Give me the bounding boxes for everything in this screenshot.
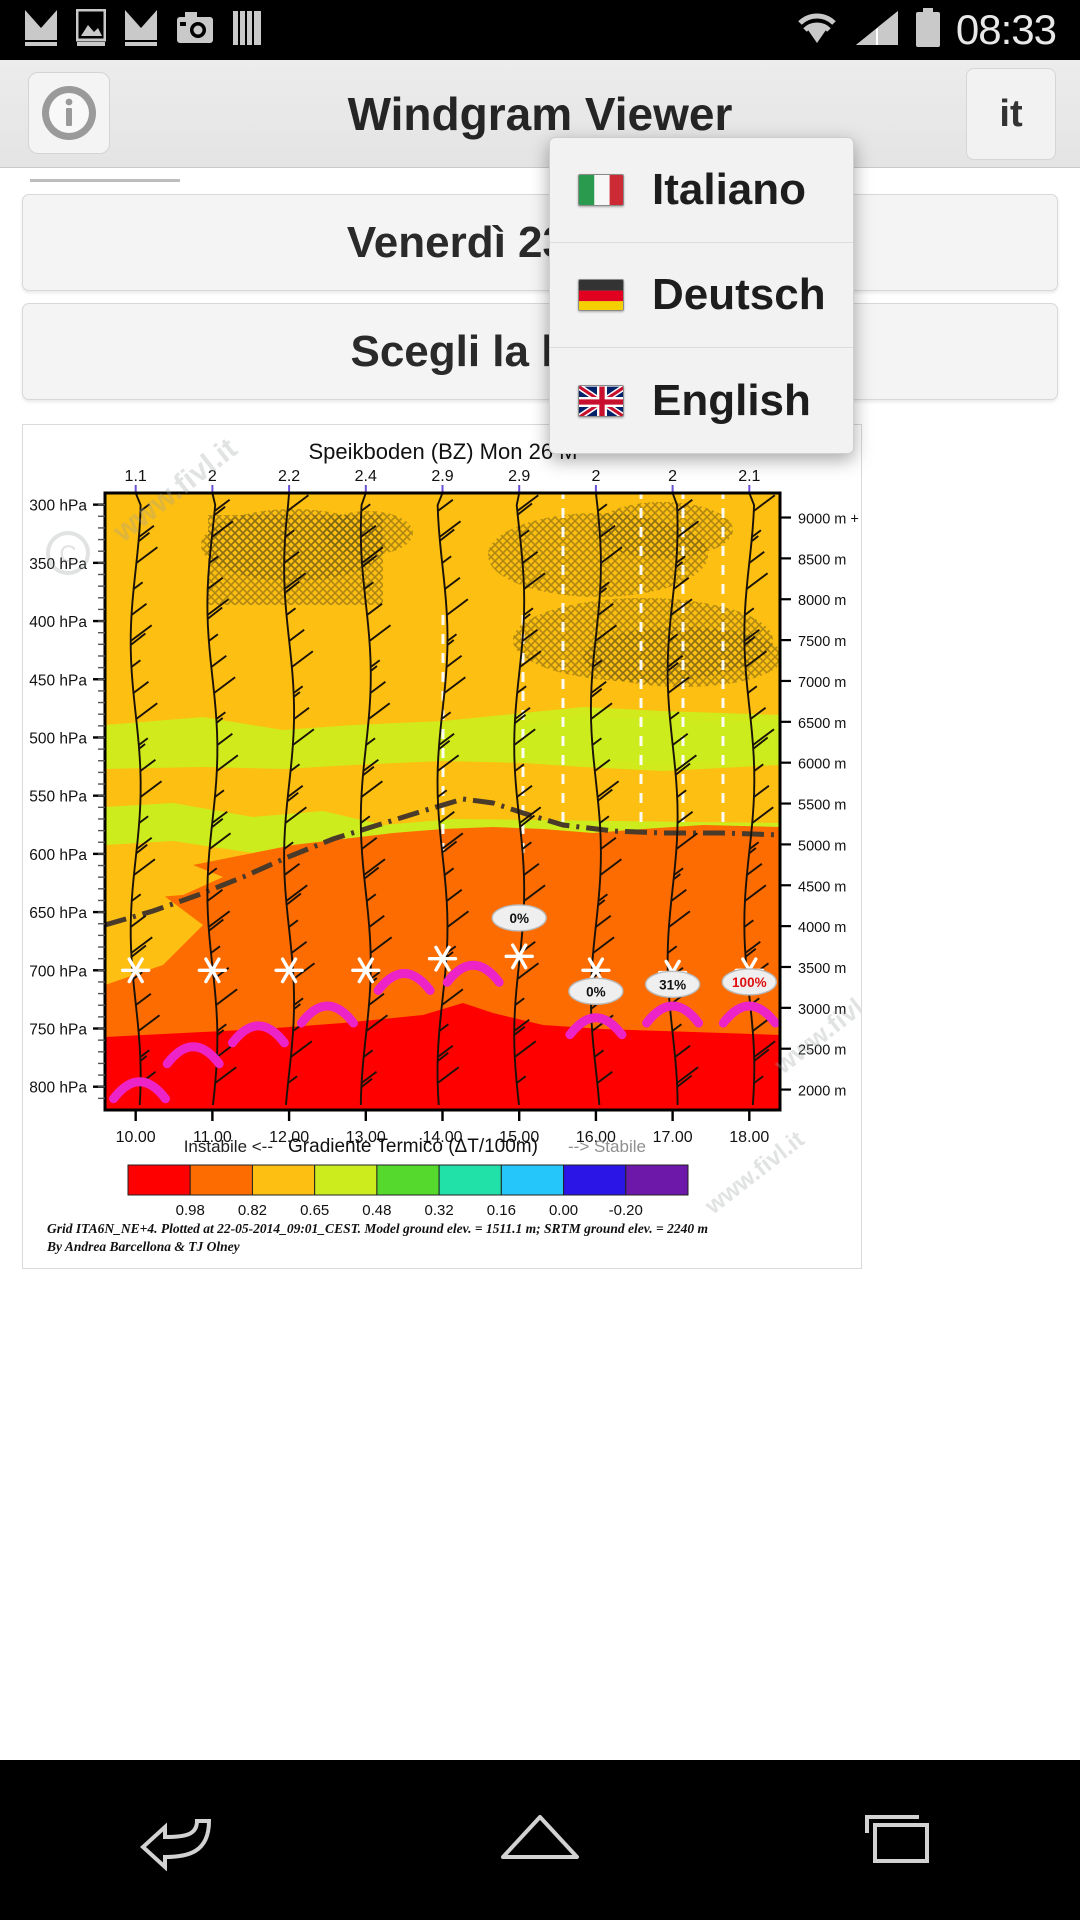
svg-text:100%: 100% bbox=[732, 975, 767, 990]
image-icon bbox=[75, 8, 107, 52]
legend-left-text: Instabile <-- bbox=[184, 1137, 273, 1156]
svg-text:450 hPa: 450 hPa bbox=[29, 672, 87, 689]
svg-text:6000 m: 6000 m bbox=[798, 757, 846, 773]
svg-text:8500 m: 8500 m bbox=[798, 552, 846, 568]
signal-icon bbox=[854, 9, 900, 52]
mail-icon bbox=[24, 9, 58, 52]
footer-line-2: By Andrea Barcellona & TJ Olney bbox=[46, 1239, 241, 1254]
navigation-bar bbox=[0, 1760, 1080, 1920]
svg-text:0%: 0% bbox=[586, 984, 606, 999]
svg-text:500 hPa: 500 hPa bbox=[29, 730, 87, 747]
svg-text:C: C bbox=[59, 541, 76, 568]
location-selector-button[interactable]: Scegli la località... bbox=[22, 303, 1058, 400]
book-icon bbox=[232, 9, 264, 52]
svg-text:2: 2 bbox=[591, 468, 600, 485]
svg-text:750 hPa: 750 hPa bbox=[29, 1022, 87, 1039]
flag-de-icon bbox=[578, 279, 624, 311]
menu-item-deutsch[interactable]: Deutsch bbox=[550, 243, 853, 348]
status-bar-left-icons bbox=[24, 8, 264, 52]
selector-section: Venerdì 23 Maggio Scegli la località... bbox=[0, 168, 1080, 400]
svg-text:4000 m: 4000 m bbox=[798, 920, 846, 936]
svg-text:17.00: 17.00 bbox=[653, 1129, 693, 1146]
svg-text:10.00: 10.00 bbox=[116, 1129, 156, 1146]
flag-gb-icon bbox=[578, 384, 624, 417]
menu-item-english[interactable]: English bbox=[550, 348, 853, 453]
svg-text:3500 m: 3500 m bbox=[798, 961, 846, 977]
svg-text:-0.20: -0.20 bbox=[609, 1202, 643, 1219]
svg-text:700 hPa: 700 hPa bbox=[29, 963, 87, 980]
svg-text:0%: 0% bbox=[509, 911, 529, 926]
recents-icon[interactable] bbox=[840, 1795, 960, 1885]
svg-text:31%: 31% bbox=[659, 977, 686, 992]
flag-it-icon bbox=[578, 174, 624, 206]
svg-text:800 hPa: 800 hPa bbox=[29, 1080, 87, 1097]
status-bar-clock: 08:33 bbox=[955, 6, 1057, 53]
back-icon[interactable] bbox=[120, 1795, 240, 1885]
info-icon bbox=[42, 86, 96, 140]
battery-icon bbox=[914, 7, 942, 53]
svg-text:0.48: 0.48 bbox=[362, 1202, 391, 1219]
windgram-chart[interactable]: Speikboden (BZ) Mon 26 M 1.1 2 2.2 2.4 2.9 2.… bbox=[22, 424, 862, 1269]
svg-text:2.1: 2.1 bbox=[738, 468, 760, 485]
tab-underline bbox=[30, 168, 180, 182]
action-bar: Windgram Viewer it bbox=[0, 60, 1080, 168]
menu-item-label: Italiano bbox=[652, 165, 807, 214]
svg-text:0.98: 0.98 bbox=[176, 1202, 205, 1219]
svg-text:4500 m: 4500 m bbox=[798, 879, 846, 895]
menu-item-label: English bbox=[652, 375, 811, 425]
svg-text:18.00: 18.00 bbox=[729, 1129, 769, 1146]
svg-text:1.1: 1.1 bbox=[125, 468, 147, 485]
svg-text:5500 m: 5500 m bbox=[798, 798, 846, 814]
home-icon[interactable] bbox=[480, 1795, 600, 1885]
svg-text:2.4: 2.4 bbox=[355, 468, 377, 485]
svg-text:650 hPa: 650 hPa bbox=[29, 905, 87, 922]
svg-text:2: 2 bbox=[668, 468, 677, 485]
svg-text:550 hPa: 550 hPa bbox=[29, 789, 87, 806]
svg-text:7000 m: 7000 m bbox=[798, 675, 846, 691]
status-bar-right-icons: 08:33 bbox=[794, 6, 1057, 54]
svg-text:2.2: 2.2 bbox=[278, 468, 300, 485]
svg-text:6500 m: 6500 m bbox=[798, 716, 846, 732]
svg-text:5000 m: 5000 m bbox=[798, 838, 846, 854]
status-bar: 08:33 bbox=[0, 0, 1080, 60]
chart-title: Speikboden (BZ) Mon 26 M bbox=[308, 439, 577, 464]
menu-item-italiano[interactable]: Italiano bbox=[550, 138, 853, 243]
legend-color-bar bbox=[127, 1164, 689, 1196]
svg-text:0.00: 0.00 bbox=[549, 1202, 578, 1219]
svg-text:0.65: 0.65 bbox=[300, 1202, 329, 1219]
footer-line-1: Grid ITA6N_NE+4. Plotted at 22-05-2014_0… bbox=[47, 1221, 708, 1236]
svg-text:400 hPa: 400 hPa bbox=[29, 614, 87, 631]
svg-text:2000 m: 2000 m bbox=[798, 1084, 846, 1100]
date-selector-button[interactable]: Venerdì 23 Maggio bbox=[22, 194, 1058, 291]
svg-text:600 hPa: 600 hPa bbox=[29, 847, 87, 864]
wifi-icon bbox=[794, 9, 840, 52]
language-button[interactable]: it bbox=[966, 68, 1056, 160]
svg-text:7500 m: 7500 m bbox=[798, 634, 846, 650]
page-title: Windgram Viewer bbox=[347, 88, 733, 140]
svg-text:8000 m: 8000 m bbox=[798, 593, 846, 609]
language-dropdown-menu[interactable]: Italiano Deutsch English bbox=[549, 137, 854, 454]
svg-text:300 hPa: 300 hPa bbox=[29, 498, 87, 515]
info-button[interactable] bbox=[28, 72, 110, 154]
menu-item-label: Deutsch bbox=[652, 270, 826, 319]
svg-text:2.9: 2.9 bbox=[508, 468, 530, 485]
svg-text:0.16: 0.16 bbox=[487, 1202, 516, 1219]
svg-text:0.32: 0.32 bbox=[425, 1202, 454, 1219]
mail-icon bbox=[124, 9, 158, 52]
legend-right-text: --> Stabile bbox=[568, 1137, 646, 1156]
svg-text:9000 m +: 9000 m + bbox=[798, 512, 859, 528]
legend-center-text: Gradiente Termico (ΔT/100m) bbox=[288, 1136, 538, 1157]
windgram-svg: Speikboden (BZ) Mon 26 M 1.1 2 2.2 2.4 2.9 2.… bbox=[23, 425, 861, 1268]
svg-text:2.9: 2.9 bbox=[431, 468, 453, 485]
camera-icon bbox=[176, 11, 214, 50]
svg-text:0.82: 0.82 bbox=[238, 1202, 267, 1219]
